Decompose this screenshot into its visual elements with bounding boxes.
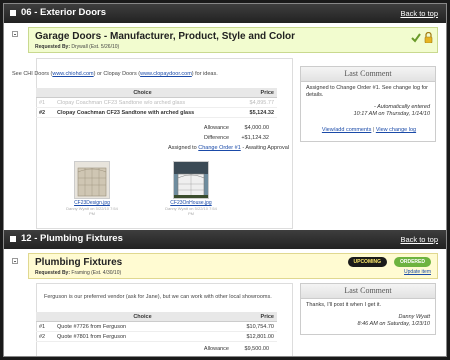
table-header-price: Price: [231, 312, 277, 322]
last-comment-box: Last Comment Assigned to Change Order #1…: [300, 66, 436, 142]
check-icon[interactable]: [411, 33, 421, 43]
item-title: Plumbing Fixtures: [35, 257, 123, 268]
item-intro-text: Ferguson is our preferred vendor (ask fo…: [44, 294, 272, 300]
clopay-doors-link[interactable]: www.clopaydoor.com: [140, 71, 192, 77]
row-price: $10,754.70: [231, 321, 277, 332]
table-header-num: [36, 312, 54, 322]
item-header-garage-doors: Garage Doors - Manufacturer, Product, St…: [28, 27, 438, 53]
last-comment-box: Last Comment Thanks, I'll post it when I…: [300, 283, 436, 335]
row-choice: Quote #7801 from Ferguson: [54, 331, 231, 342]
row-num: #2: [36, 107, 54, 118]
item-collapse-icon[interactable]: [12, 258, 18, 264]
item-requested-by: Requested By: Drywall (Est. 5/26/10): [35, 44, 120, 50]
upcoming-badge[interactable]: UPCOMING: [347, 257, 387, 267]
selections-panel: 06 - Exterior Doors Back to top Garage D…: [3, 3, 447, 357]
comment-author: - Automatically entered 10:17 AM on Thur…: [353, 104, 430, 117]
row-choice: Clopay Coachman CF23 Sandtone w/o arched…: [54, 97, 231, 108]
row-num: #1: [36, 321, 54, 332]
table-row[interactable]: #2 Quote #7801 from Ferguson $12,801.00: [36, 331, 277, 342]
section-collapse-icon[interactable]: [10, 10, 16, 16]
table-header-price: Price: [231, 88, 277, 98]
attachment-thumbnail[interactable]: CF23OnHouse.jpg Danny Wyatt on 5/22/10 7…: [162, 161, 220, 216]
back-to-top-link[interactable]: Back to top: [400, 9, 438, 18]
table-header-row: Choice Price: [36, 88, 277, 98]
item-requested-by: Requested By: Framing (Est. 4/30/10): [35, 270, 122, 276]
last-comment-header: Last Comment: [301, 67, 435, 82]
section-collapse-icon[interactable]: [10, 236, 16, 242]
last-comment-header: Last Comment: [301, 284, 435, 299]
table-header-choice: Choice: [54, 312, 231, 322]
item-intro-text: See CHI Doors (www.chiohd.com) or Clopay…: [12, 71, 218, 77]
assigned-status: Assigned to Change Order #1 - Awaiting A…: [168, 145, 289, 151]
view-add-comments-link[interactable]: View/add comments: [322, 127, 371, 133]
attachment-uploaded-by: Danny Wyatt on 5/22/10 7:54 PM: [165, 206, 217, 216]
section-title: 12 - Plumbing Fixtures: [21, 233, 123, 244]
table-row[interactable]: #1 Clopay Coachman CF23 Sandtone w/o arc…: [36, 97, 277, 108]
change-order-link[interactable]: Change Order #1: [198, 145, 241, 151]
choices-table: Choice Price #1 Clopay Coachman CF23 San…: [36, 88, 277, 118]
section-header-exterior-doors[interactable]: 06 - Exterior Doors Back to top: [4, 4, 446, 23]
lock-icon[interactable]: [424, 31, 433, 44]
allowance-label: Allowance: [203, 125, 229, 131]
section-title: 06 - Exterior Doors: [21, 7, 106, 18]
comment-text: Thanks, I'll post it when I get it.: [306, 302, 382, 308]
garage-door-design-image[interactable]: [74, 161, 110, 199]
row-choice: Quote #7726 from Ferguson: [54, 321, 231, 332]
ordered-badge[interactable]: ORDERED: [393, 257, 431, 267]
table-header-num: [36, 88, 54, 98]
row-choice: Clopay Coachman CF23 Sandtone with arche…: [54, 107, 231, 118]
row-num: #2: [36, 331, 54, 342]
comment-text: Assigned to Change Order #1. See change …: [306, 85, 428, 98]
difference-label: Difference: [204, 135, 229, 141]
row-price: $5,124.32: [231, 107, 277, 118]
allowance-value: $9,500.00: [244, 346, 269, 352]
comment-author: Danny Wyatt 8:46 AM on Saturday, 1/23/10: [357, 314, 430, 327]
chi-doors-link[interactable]: www.chiohd.com: [52, 71, 93, 77]
difference-value: +$1,124.32: [241, 135, 269, 141]
item-title: Garage Doors - Manufacturer, Product, St…: [35, 31, 296, 42]
item-header-plumbing-fixtures: Plumbing Fixtures Requested By: Framing …: [28, 253, 438, 279]
choices-table: Choice Price #1 Quote #7726 from Ferguso…: [36, 312, 277, 342]
view-change-log-link[interactable]: View change log: [376, 127, 416, 133]
attachment-uploaded-by: Danny Wyatt on 5/22/10 7:54 PM: [66, 206, 118, 216]
section-header-plumbing-fixtures[interactable]: 12 - Plumbing Fixtures Back to top: [4, 230, 446, 249]
comment-links: View/add comments | View change log: [321, 127, 417, 133]
update-item-link[interactable]: Update item: [404, 269, 431, 275]
garage-door-on-house-image[interactable]: [173, 161, 209, 199]
table-header-row: Choice Price: [36, 312, 277, 322]
row-price: $4,895.77: [231, 97, 277, 108]
back-to-top-link[interactable]: Back to top: [400, 235, 438, 244]
table-row[interactable]: #1 Quote #7726 from Ferguson $10,754.70: [36, 321, 277, 332]
item-collapse-icon[interactable]: [12, 31, 18, 37]
attachment-thumbnail[interactable]: CF23Design.jpg Danny Wyatt on 5/22/10 7:…: [63, 161, 121, 216]
allowance-label: Allowance: [203, 346, 229, 352]
allowance-value: $4,000.00: [244, 125, 269, 131]
row-price: $12,801.00: [231, 331, 277, 342]
row-num: #1: [36, 97, 54, 108]
table-row[interactable]: #2 Clopay Coachman CF23 Sandtone with ar…: [36, 107, 277, 118]
table-header-choice: Choice: [54, 88, 231, 98]
